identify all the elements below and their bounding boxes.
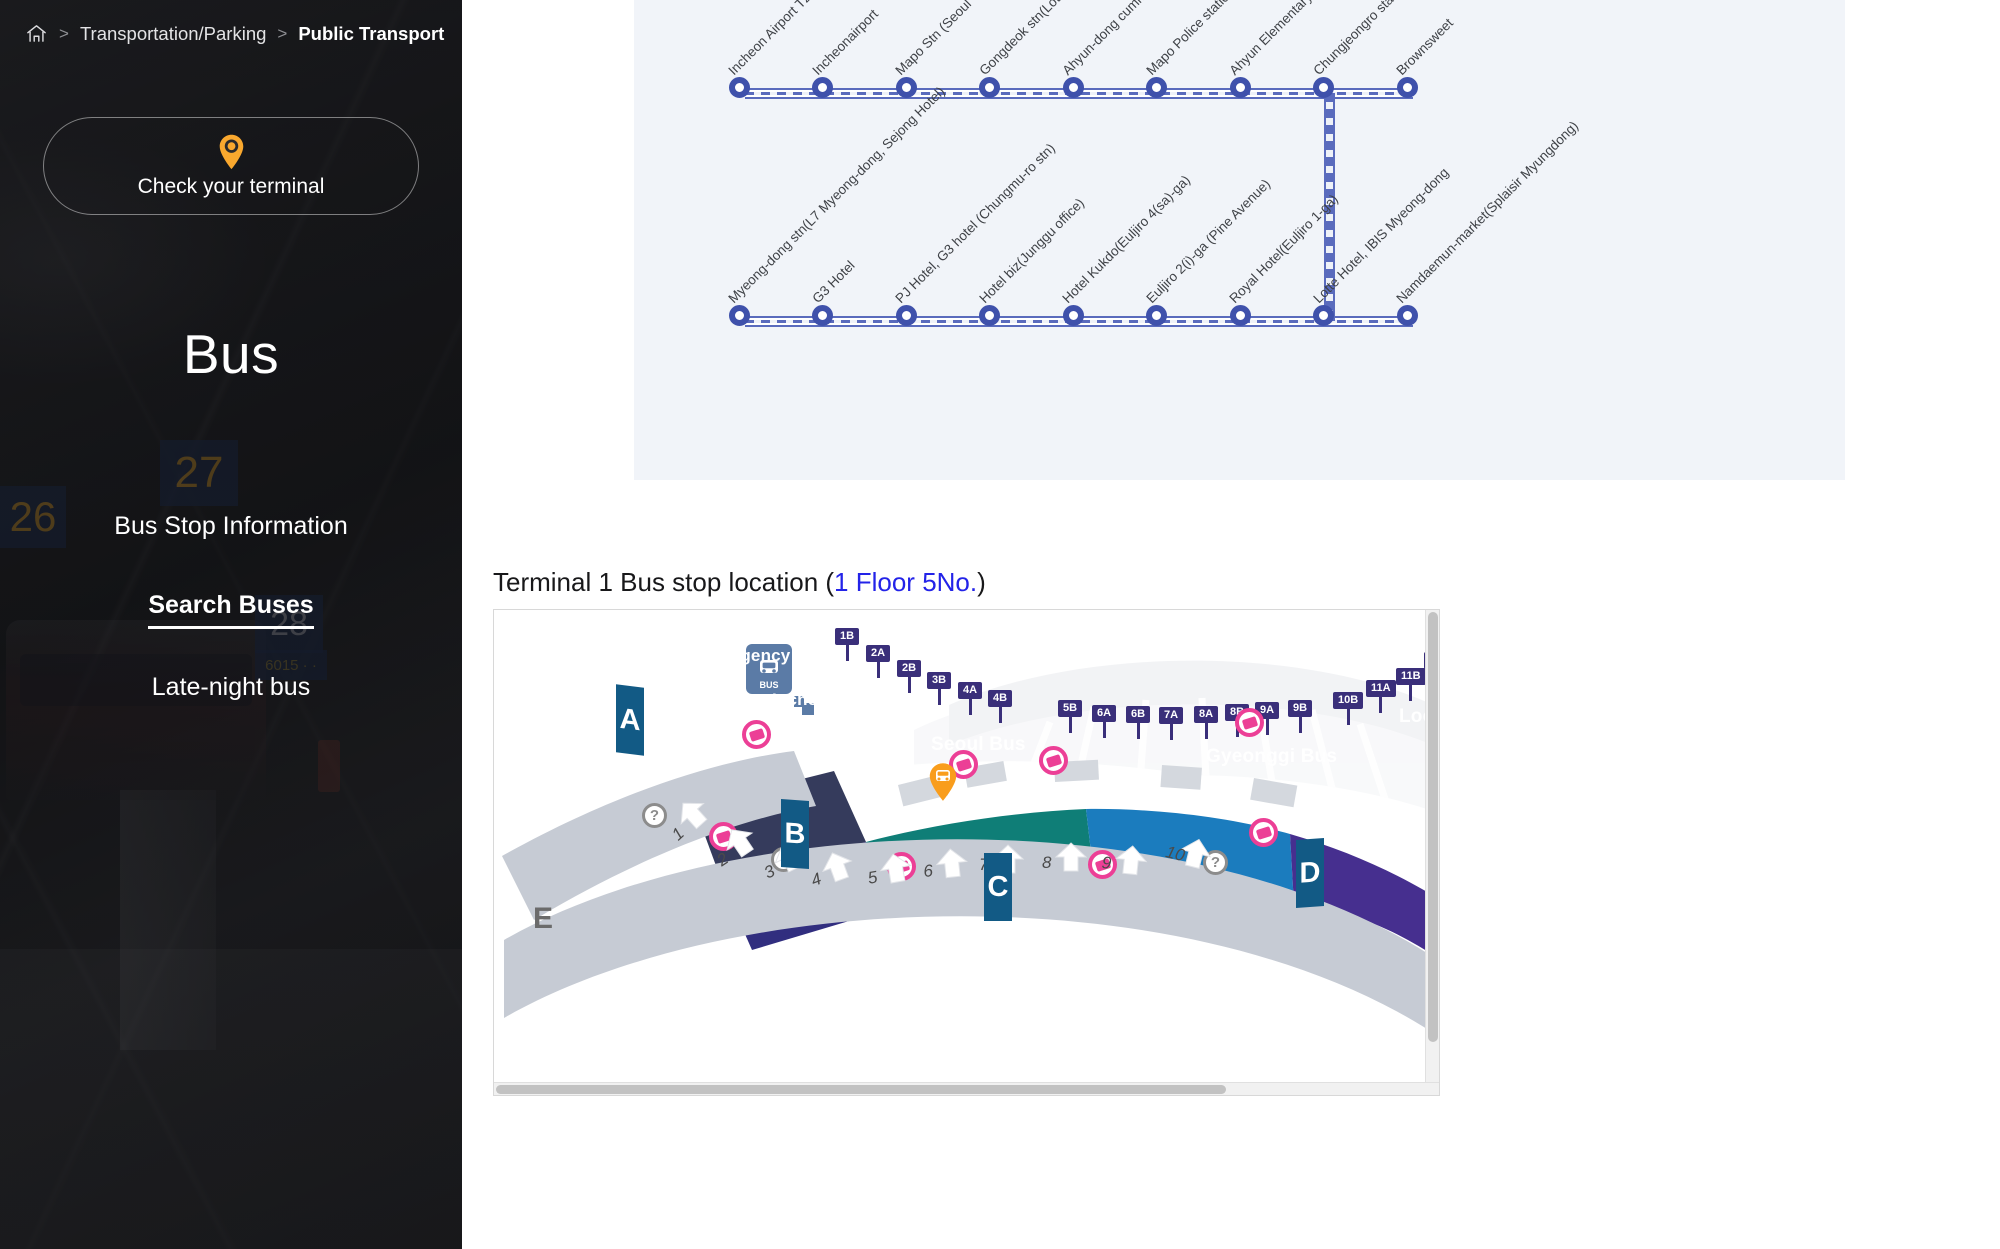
sidebar: 27 26 28 6015 · · > Transportation/Parki… <box>0 0 462 1249</box>
gate-tag-5b[interactable]: 5B <box>1058 700 1083 733</box>
gate-tag-1b[interactable]: 1B <box>835 628 860 661</box>
corner-letter-e: E <box>533 902 554 935</box>
sidebar-content: > Transportation/Parking > Public Transp… <box>0 0 462 1249</box>
route-bottom-stop-label: PJ Hotel, G3 hotel (Chungmu-ro stn) <box>892 140 1058 306</box>
route-bottom-stop-dot[interactable] <box>1313 304 1334 326</box>
route-bottom-stop-dot[interactable] <box>1146 304 1167 326</box>
zone-letter-b: B <box>781 799 809 869</box>
zone-label-seoul-bus: Seoul Bus <box>931 734 1026 755</box>
gate-tag-10b[interactable]: 10B <box>1333 692 1364 725</box>
gate-tag-11b[interactable]: 11B <box>1396 668 1426 701</box>
door-arrow-6: 6 <box>922 846 970 884</box>
up-arrow-icon <box>1054 842 1088 872</box>
route-bottom-stop-label: G3 Hotel <box>808 257 858 306</box>
gate-tag-4b[interactable]: 4B <box>988 690 1013 723</box>
route-bottom-stop-dot[interactable] <box>895 304 917 326</box>
up-arrow-icon <box>935 848 968 879</box>
ticket-booth-icon <box>742 720 771 749</box>
route-top-stop-label: Mapo Police station <box>1142 0 1237 78</box>
up-arrow-icon <box>879 853 912 884</box>
ticket-booth-icon <box>1249 818 1278 847</box>
bus-location-pin-icon <box>929 763 957 801</box>
terminal1-map-image: BUS TAXI Emergency Use Incheon Bus Seo <box>494 610 1439 1095</box>
gate-tag-9b[interactable]: 9B <box>1288 700 1313 733</box>
main-content: Incheon Airport T2 Incheonairport Mapo Stn… <box>462 0 2000 1249</box>
zone-label-gyeonggi-bus: Gyeonggi Bus <box>1206 746 1338 767</box>
zone-letter-d: D <box>1296 838 1324 908</box>
breadcrumb: > Transportation/Parking > Public Transp… <box>25 22 444 45</box>
question-mark-icon[interactable]: ? <box>642 803 667 828</box>
bus-signpost-label: BUS <box>759 680 779 690</box>
route-top-stop-label: Brownsweet <box>1393 15 1457 78</box>
door-arrow-5: 5 <box>866 850 916 890</box>
route-top-stop-dot[interactable] <box>812 76 833 98</box>
zone-letter-a: A <box>616 684 644 756</box>
breadcrumb-separator-1: > <box>59 23 69 43</box>
page-root: 27 26 28 6015 · · > Transportation/Parki… <box>0 0 2000 1249</box>
terminal1-stop-location-heading: Terminal 1 Bus stop location (1 Floor 5N… <box>493 567 986 598</box>
gate-tag-6a[interactable]: 6A <box>1092 705 1117 738</box>
check-your-terminal-label: Check your terminal <box>137 175 325 198</box>
route-bottom-stop-dot[interactable] <box>812 304 833 326</box>
sidebar-item-label: Late-night bus <box>151 673 311 701</box>
gate-tag-6b[interactable]: 6B <box>1126 706 1151 739</box>
door-arrow-8: 8 <box>1042 842 1088 877</box>
heading-floor-link[interactable]: 1 Floor 5No. <box>834 567 977 597</box>
route-top-stop-dot[interactable] <box>1146 76 1167 98</box>
ticket-booth-icon <box>1039 746 1068 775</box>
gate-tag-11a[interactable]: 11A <box>1366 680 1396 713</box>
gate-tag-2b[interactable]: 2B <box>897 660 922 693</box>
up-arrow-icon <box>1115 845 1148 876</box>
ticket-booth-icon <box>1235 708 1264 737</box>
terminal1-map-viewport[interactable]: BUS TAXI Emergency Use Incheon Bus Seo <box>493 609 1440 1096</box>
heading-prefix: Terminal 1 Bus stop location ( <box>493 567 835 597</box>
route-bottom-stop-dot[interactable] <box>728 304 750 326</box>
sidebar-item-search-buses[interactable]: Search Buses <box>0 569 462 651</box>
heading-suffix: ) <box>977 567 986 597</box>
route-top-stop-dot[interactable] <box>1313 76 1334 98</box>
breadcrumb-item-transportation-parking[interactable]: Transportation/Parking <box>80 23 266 45</box>
door-arrow-9: 9 <box>1101 843 1149 881</box>
route-bottom-stop-dot[interactable] <box>1229 304 1251 326</box>
map-horizontal-scroll-thumb[interactable] <box>496 1085 1226 1094</box>
sidebar-item-label: Search Buses <box>148 591 314 629</box>
map-horizontal-scrollbar[interactable] <box>494 1082 1439 1095</box>
route-top-stop-dot[interactable] <box>895 76 917 98</box>
zone-letter-c: C <box>984 853 1012 921</box>
zone-label-incheon-bus: Incheon Bus <box>772 690 877 709</box>
map-vertical-scrollbar[interactable] <box>1425 610 1439 1095</box>
sidebar-item-late-night-bus[interactable]: Late-night bus <box>0 651 462 730</box>
sidebar-nav: Bus Stop Information Search Buses Late-n… <box>0 490 462 730</box>
check-your-terminal-button[interactable]: Check your terminal <box>43 117 419 215</box>
map-vertical-scroll-thumb[interactable] <box>1428 612 1438 1042</box>
route-bottom-stop-dot[interactable] <box>1396 304 1418 326</box>
gate-tag-3b[interactable]: 3B <box>927 672 952 705</box>
route-bottom-stop-label: Namdaemun-market(Splaisir Myungdong) <box>1393 118 1582 306</box>
breadcrumb-separator-2: > <box>277 23 288 43</box>
route-top-stop-dot[interactable] <box>979 76 1000 98</box>
page-title: Bus <box>182 323 280 385</box>
gate-tag-7a[interactable]: 7A <box>1159 707 1184 740</box>
route-bottom-stop-dot[interactable] <box>1062 304 1084 326</box>
bus-route-map: Incheon Airport T2 Incheonairport Mapo Stn… <box>634 0 1845 480</box>
route-top-stop-label: Incheon Airport T2 <box>725 0 814 78</box>
location-pin-icon <box>216 133 247 171</box>
breadcrumb-item-public-transport[interactable]: Public Transport <box>298 23 444 45</box>
sidebar-item-bus-stop-information[interactable]: Bus Stop Information <box>0 490 462 569</box>
gate-tag-4a[interactable]: 4A <box>958 682 983 715</box>
zone-label-emergency-use: Emergency Use <box>697 646 828 665</box>
route-top-stop-dot[interactable] <box>728 76 750 98</box>
home-icon[interactable] <box>25 22 48 45</box>
gate-tag-2a[interactable]: 2A <box>866 645 891 678</box>
route-top-stop-dot[interactable] <box>1396 76 1418 98</box>
gate-tag-8a[interactable]: 8A <box>1194 706 1219 739</box>
route-top-stop-dot[interactable] <box>1229 76 1251 98</box>
route-top-stop-label: Incheonairport <box>808 6 881 78</box>
route-bottom-stop-dot[interactable] <box>979 304 1000 326</box>
route-top-stop-dot[interactable] <box>1062 76 1084 98</box>
sidebar-item-label: Bus Stop Information <box>114 512 348 540</box>
